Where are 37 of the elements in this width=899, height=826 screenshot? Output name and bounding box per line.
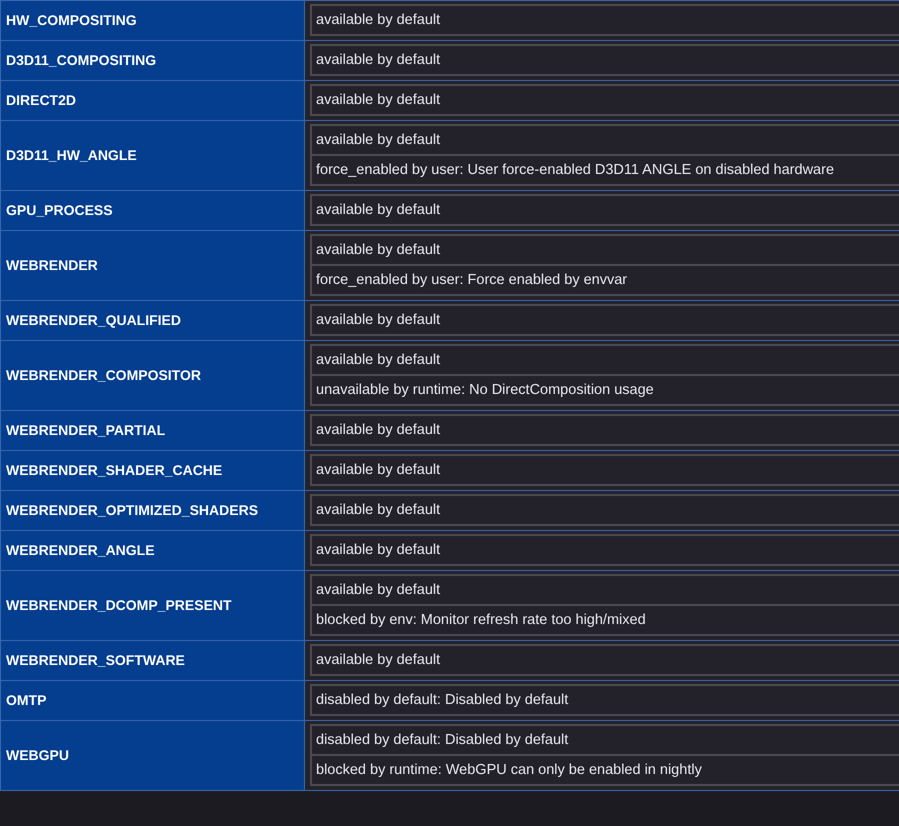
status-entry: available by default (312, 46, 899, 76)
status-entry: available by default (312, 306, 899, 336)
status-entry: available by default (312, 646, 899, 676)
status-entry: force_enabled by user: User force-enabled D3D11 ANGLE on disabled hardware (312, 156, 899, 186)
feature-name: HW_COMPOSITING (0, 0, 304, 40)
feature-name: D3D11_COMPOSITING (0, 40, 304, 80)
feature-name: WEBRENDER_ANGLE (0, 530, 304, 570)
status-entry: force_enabled by user: Force enabled by envvar (312, 266, 899, 296)
status-entry: blocked by runtime: WebGPU can only be enabled in nightly (312, 756, 899, 786)
status-entry: available by default (312, 346, 899, 376)
feature-name: DIRECT2D (0, 80, 304, 120)
status-entry: blocked by env: Monitor refresh rate too high/mixed (312, 606, 899, 636)
feature-name: GPU_PROCESS (0, 190, 304, 230)
status-entry: available by default (312, 536, 899, 566)
feature-name: WEBRENDER_PARTIAL (0, 410, 304, 450)
feature-name: WEBRENDER_OPTIMIZED_SHADERS (0, 490, 304, 530)
status-entry: disabled by default: Disabled by default (312, 726, 899, 756)
feature-name: WEBRENDER_SOFTWARE (0, 640, 304, 680)
status-entry: available by default (312, 196, 899, 226)
status-entry: available by default (312, 236, 899, 266)
feature-name: WEBRENDER_SHADER_CACHE (0, 450, 304, 490)
status-entry: available by default (312, 576, 899, 606)
status-entry: unavailable by runtime: No DirectComposition usage (312, 376, 899, 406)
feature-name: WEBGPU (0, 720, 304, 790)
feature-name: WEBRENDER_DCOMP_PRESENT (0, 570, 304, 640)
status-entry: disabled by default: Disabled by default (312, 686, 899, 716)
feature-name: WEBRENDER (0, 230, 304, 300)
status-entry: available by default (312, 126, 899, 156)
feature-name: WEBRENDER_COMPOSITOR (0, 340, 304, 410)
status-entry: available by default (312, 6, 899, 36)
status-entry: available by default (312, 416, 899, 446)
feature-name: OMTP (0, 680, 304, 720)
status-entry: available by default (312, 456, 899, 486)
feature-name: D3D11_HW_ANGLE (0, 120, 304, 190)
status-entry: available by default (312, 86, 899, 116)
status-entry: available by default (312, 496, 899, 526)
feature-name: WEBRENDER_QUALIFIED (0, 300, 304, 340)
